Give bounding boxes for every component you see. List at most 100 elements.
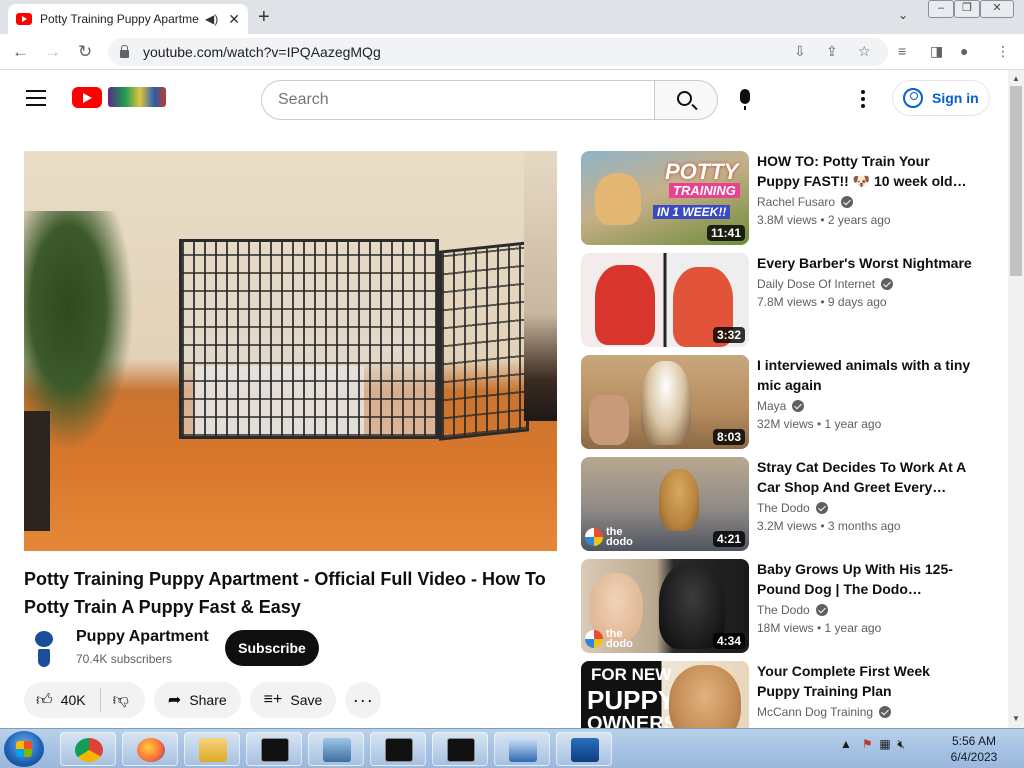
scrollbar-thumb[interactable] bbox=[1010, 86, 1022, 276]
address-bar[interactable]: youtube.com/watch?v=IPQAazegMQg bbox=[108, 38, 888, 66]
search-button[interactable] bbox=[654, 80, 718, 120]
taskbar-chrome[interactable] bbox=[60, 732, 116, 766]
more-actions-button[interactable]: ··· bbox=[345, 682, 382, 718]
thumbnail-caption: PUPPY bbox=[587, 685, 676, 715]
windows-taskbar: ▲ ⚑ ▦ 🔇︎ 5:56 AM 6/4/2023 bbox=[0, 728, 1024, 768]
recommendation-meta: 32M views • 1 year ago bbox=[757, 417, 882, 431]
taskbar-network-app[interactable] bbox=[308, 732, 364, 766]
channel-row: Puppy Apartment 70.4K subscribers Subscr… bbox=[24, 625, 557, 670]
video-duration: 3:32 bbox=[712, 327, 745, 343]
taskbar-control-panel[interactable] bbox=[494, 732, 550, 766]
video-duration: 8:03 bbox=[712, 429, 745, 445]
back-arrow-icon[interactable]: ← bbox=[12, 42, 29, 62]
share-button[interactable]: ➦ Share bbox=[153, 682, 241, 718]
minimize-button[interactable]: – bbox=[928, 0, 954, 18]
taskbar-firefox[interactable] bbox=[122, 732, 178, 766]
sign-in-button[interactable]: Sign in bbox=[892, 80, 990, 116]
browser-menu-icon[interactable]: ⋮ bbox=[996, 43, 1010, 60]
recommendation-channel[interactable]: The Dodo bbox=[757, 501, 828, 515]
video-thumbnail[interactable]: the dodo 4:34 bbox=[581, 559, 749, 653]
bookmark-star-icon[interactable]: ☆ bbox=[858, 43, 871, 60]
video-thumbnail[interactable]: FOR NEW PUPPY OWNERS bbox=[581, 661, 749, 731]
profile-icon[interactable]: ● bbox=[960, 43, 968, 59]
search-input[interactable]: Search bbox=[261, 80, 654, 120]
thumbnail-caption: POTTY bbox=[665, 159, 739, 184]
recommendation-meta: 3.2M views • 3 months ago bbox=[757, 519, 901, 533]
new-tab-icon[interactable]: + bbox=[258, 6, 270, 29]
network-tray-icon[interactable]: ▦ bbox=[879, 737, 890, 751]
action-center-flag-icon[interactable]: ⚑ bbox=[862, 737, 873, 751]
video-thumbnail[interactable]: the dodo 4:21 bbox=[581, 457, 749, 551]
recommendation-item[interactable]: FOR NEW PUPPY OWNERS Your Complete First… bbox=[581, 661, 981, 731]
recommendation-channel[interactable]: Rachel Fusaro bbox=[757, 195, 854, 209]
video-player[interactable] bbox=[24, 151, 557, 551]
close-tab-icon[interactable]: ✕ bbox=[228, 11, 240, 28]
settings-more-icon[interactable] bbox=[861, 90, 865, 111]
reload-icon[interactable]: ↻ bbox=[78, 42, 92, 62]
scroll-down-arrow-icon[interactable]: ▼ bbox=[1012, 714, 1020, 723]
network-icon bbox=[323, 738, 351, 762]
restore-button[interactable]: ❐ bbox=[954, 0, 980, 18]
recommendation-item[interactable]: 8:03 I interviewed animals with a tiny m… bbox=[581, 355, 981, 449]
firefox-icon bbox=[137, 738, 165, 762]
recommendation-channel[interactable]: Maya bbox=[757, 399, 805, 413]
side-panel-icon[interactable]: ◨ bbox=[930, 43, 943, 60]
taskbar-powershell[interactable] bbox=[556, 732, 612, 766]
taskbar-cmd-2[interactable] bbox=[370, 732, 426, 766]
recommendation-title[interactable]: HOW TO: Potty Train Your Puppy FAST!! 🐶 … bbox=[757, 151, 972, 191]
taskbar-cmd-1[interactable] bbox=[246, 732, 302, 766]
taskbar-explorer[interactable] bbox=[184, 732, 240, 766]
verified-check-icon bbox=[815, 604, 828, 616]
recommendation-channel[interactable]: The Dodo bbox=[757, 603, 828, 617]
volume-muted-icon[interactable]: 🔇︎ bbox=[897, 737, 905, 751]
menu-hamburger-icon[interactable] bbox=[26, 90, 46, 111]
video-actions: 👍︎ 40K 👎︎ ➦ Share ≡+ Save ··· bbox=[24, 682, 382, 718]
recommendation-title[interactable]: Your Complete First Week Puppy Training … bbox=[757, 661, 972, 701]
media-control-icon[interactable]: ≡ bbox=[898, 43, 906, 59]
taskbar-clock[interactable]: 5:56 AM 6/4/2023 bbox=[944, 733, 1004, 765]
recommendation-item[interactable]: the dodo 4:34 Baby Grows Up With His 125… bbox=[581, 559, 981, 653]
verified-check-icon bbox=[881, 278, 894, 290]
microphone-icon[interactable] bbox=[740, 89, 750, 110]
start-button[interactable] bbox=[4, 731, 44, 767]
like-button[interactable]: 👍︎ 40K bbox=[24, 688, 101, 712]
recommendation-item[interactable]: the dodo 4:21 Stray Cat Decides To Work … bbox=[581, 457, 981, 551]
recommendation-item[interactable]: 3:32 Every Barber's Worst Nightmare Dail… bbox=[581, 253, 981, 347]
recommendation-title[interactable]: I interviewed animals with a tiny mic ag… bbox=[757, 355, 972, 395]
video-thumbnail[interactable]: 8:03 bbox=[581, 355, 749, 449]
share-page-icon[interactable]: ⇪ bbox=[826, 43, 838, 60]
save-button[interactable]: ≡+ Save bbox=[249, 682, 337, 718]
video-duration: 4:21 bbox=[712, 531, 745, 547]
video-thumbnail[interactable]: 3:32 bbox=[581, 253, 749, 347]
install-icon[interactable]: ⇩ bbox=[794, 43, 806, 60]
recommendation-title[interactable]: Baby Grows Up With His 125-Pound Dog | T… bbox=[757, 559, 972, 599]
tab-search-chevron-icon[interactable]: ⌄ bbox=[898, 8, 908, 22]
subscribe-button[interactable]: Subscribe bbox=[225, 630, 319, 666]
channel-avatar[interactable] bbox=[30, 627, 58, 667]
scroll-up-arrow-icon[interactable]: ▲ bbox=[1012, 74, 1020, 83]
page-scrollbar[interactable]: ▲ ▼ bbox=[1008, 70, 1024, 728]
youtube-doodle-logo[interactable] bbox=[108, 87, 166, 107]
clock-date: 6/4/2023 bbox=[950, 750, 998, 764]
show-hidden-icons-icon[interactable]: ▲ bbox=[840, 737, 852, 751]
speaker-icon[interactable]: ◀) bbox=[205, 12, 218, 26]
video-thumbnail[interactable]: POTTY TRAINING IN 1 WEEK!! 11:41 bbox=[581, 151, 749, 245]
recommendation-channel[interactable]: McCann Dog Training bbox=[757, 705, 892, 719]
forward-arrow-icon[interactable]: → bbox=[44, 42, 61, 62]
recommendation-channel[interactable]: Daily Dose Of Internet bbox=[757, 277, 894, 291]
terminal-icon bbox=[261, 738, 289, 762]
recommendation-title[interactable]: Stray Cat Decides To Work At A Car Shop … bbox=[757, 457, 972, 497]
close-window-button[interactable]: ✕ bbox=[980, 0, 1014, 18]
recommendation-title[interactable]: Every Barber's Worst Nightmare bbox=[757, 253, 972, 273]
youtube-logo-icon[interactable] bbox=[72, 87, 102, 108]
youtube-favicon-icon bbox=[16, 13, 32, 25]
recommendation-item[interactable]: POTTY TRAINING IN 1 WEEK!! 11:41 HOW TO:… bbox=[581, 151, 981, 245]
browser-toolbar: ← → ↻ youtube.com/watch?v=IPQAazegMQg ⇩ … bbox=[0, 34, 1024, 70]
taskbar-cmd-3[interactable] bbox=[432, 732, 488, 766]
video-duration: 4:34 bbox=[712, 633, 745, 649]
verified-check-icon bbox=[792, 400, 805, 412]
browser-tab[interactable]: Potty Training Puppy Apartment ◀) ✕ bbox=[8, 4, 248, 34]
dislike-button[interactable]: 👎︎ bbox=[101, 691, 145, 710]
channel-name[interactable]: Puppy Apartment bbox=[76, 628, 209, 646]
thumbs-up-icon: 👍︎ bbox=[36, 691, 53, 709]
